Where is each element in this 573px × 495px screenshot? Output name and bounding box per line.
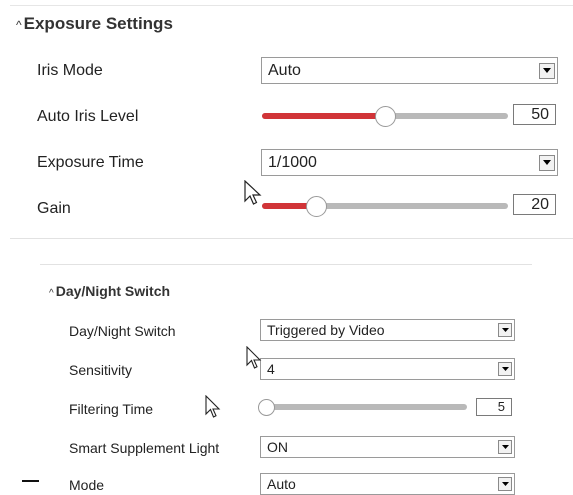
sensitivity-select[interactable]: 4	[260, 358, 515, 380]
day-night-switch-label: Day/Night Switch	[69, 323, 176, 339]
section-divider	[10, 238, 573, 239]
dash-marker	[22, 480, 39, 482]
sensitivity-value: 4	[267, 361, 275, 377]
iris-mode-select[interactable]: Auto	[261, 57, 558, 84]
auto-iris-level-slider-fill	[262, 113, 386, 119]
mouse-pointer-icon	[246, 346, 262, 370]
iris-mode-value: Auto	[268, 61, 301, 79]
smart-supplement-light-value: ON	[267, 439, 288, 455]
auto-iris-level-slider-thumb[interactable]	[375, 106, 396, 127]
gain-label: Gain	[37, 200, 71, 217]
dropdown-arrow-icon[interactable]	[539, 62, 555, 79]
gain-slider-thumb[interactable]	[306, 196, 327, 217]
mode-value: Auto	[267, 476, 296, 492]
filtering-time-slider-track[interactable]	[262, 404, 467, 410]
chevron-up-icon: ^	[16, 18, 22, 32]
sensitivity-label: Sensitivity	[69, 362, 133, 378]
iris-mode-label: Iris Mode	[37, 62, 103, 79]
filtering-time-input[interactable]: 5	[476, 398, 512, 416]
mouse-pointer-icon	[205, 395, 221, 419]
filtering-time-slider-thumb[interactable]	[258, 399, 275, 416]
auto-iris-level-label: Auto Iris Level	[37, 108, 139, 125]
mouse-pointer-icon	[244, 180, 262, 206]
day-night-switch-title: Day/Night Switch	[55, 283, 171, 299]
day-night-switch-header[interactable]: ^ Day/Night Switch	[49, 283, 170, 299]
top-divider	[10, 5, 573, 6]
day-night-switch-value: Triggered by Video	[267, 322, 385, 338]
exposure-settings-title: Exposure Settings	[23, 14, 173, 33]
mode-label: Mode	[69, 477, 105, 493]
chevron-up-icon: ^	[49, 288, 54, 299]
smart-supplement-light-select[interactable]: ON	[260, 436, 515, 458]
exposure-time-value: 1/1000	[268, 153, 317, 171]
auto-iris-level-input[interactable]: 50	[513, 104, 556, 125]
gain-input[interactable]: 20	[513, 194, 556, 215]
day-night-switch-select[interactable]: Triggered by Video	[260, 319, 515, 341]
exposure-time-select[interactable]: 1/1000	[261, 149, 558, 176]
exposure-time-label: Exposure Time	[37, 154, 144, 171]
dropdown-arrow-icon[interactable]	[498, 440, 512, 454]
gain-slider-fill	[262, 203, 312, 209]
dropdown-arrow-icon[interactable]	[539, 154, 555, 171]
dropdown-arrow-icon[interactable]	[498, 362, 512, 376]
smart-supplement-light-label: Smart Supplement Light	[69, 440, 220, 456]
subsection-divider	[40, 264, 532, 265]
mode-select[interactable]: Auto	[260, 473, 515, 495]
dropdown-arrow-icon[interactable]	[498, 477, 512, 491]
gain-slider-track[interactable]	[262, 203, 508, 209]
dropdown-arrow-icon[interactable]	[498, 323, 512, 337]
filtering-time-label: Filtering Time	[69, 401, 154, 417]
exposure-settings-header[interactable]: ^ Exposure Settings	[16, 14, 173, 34]
